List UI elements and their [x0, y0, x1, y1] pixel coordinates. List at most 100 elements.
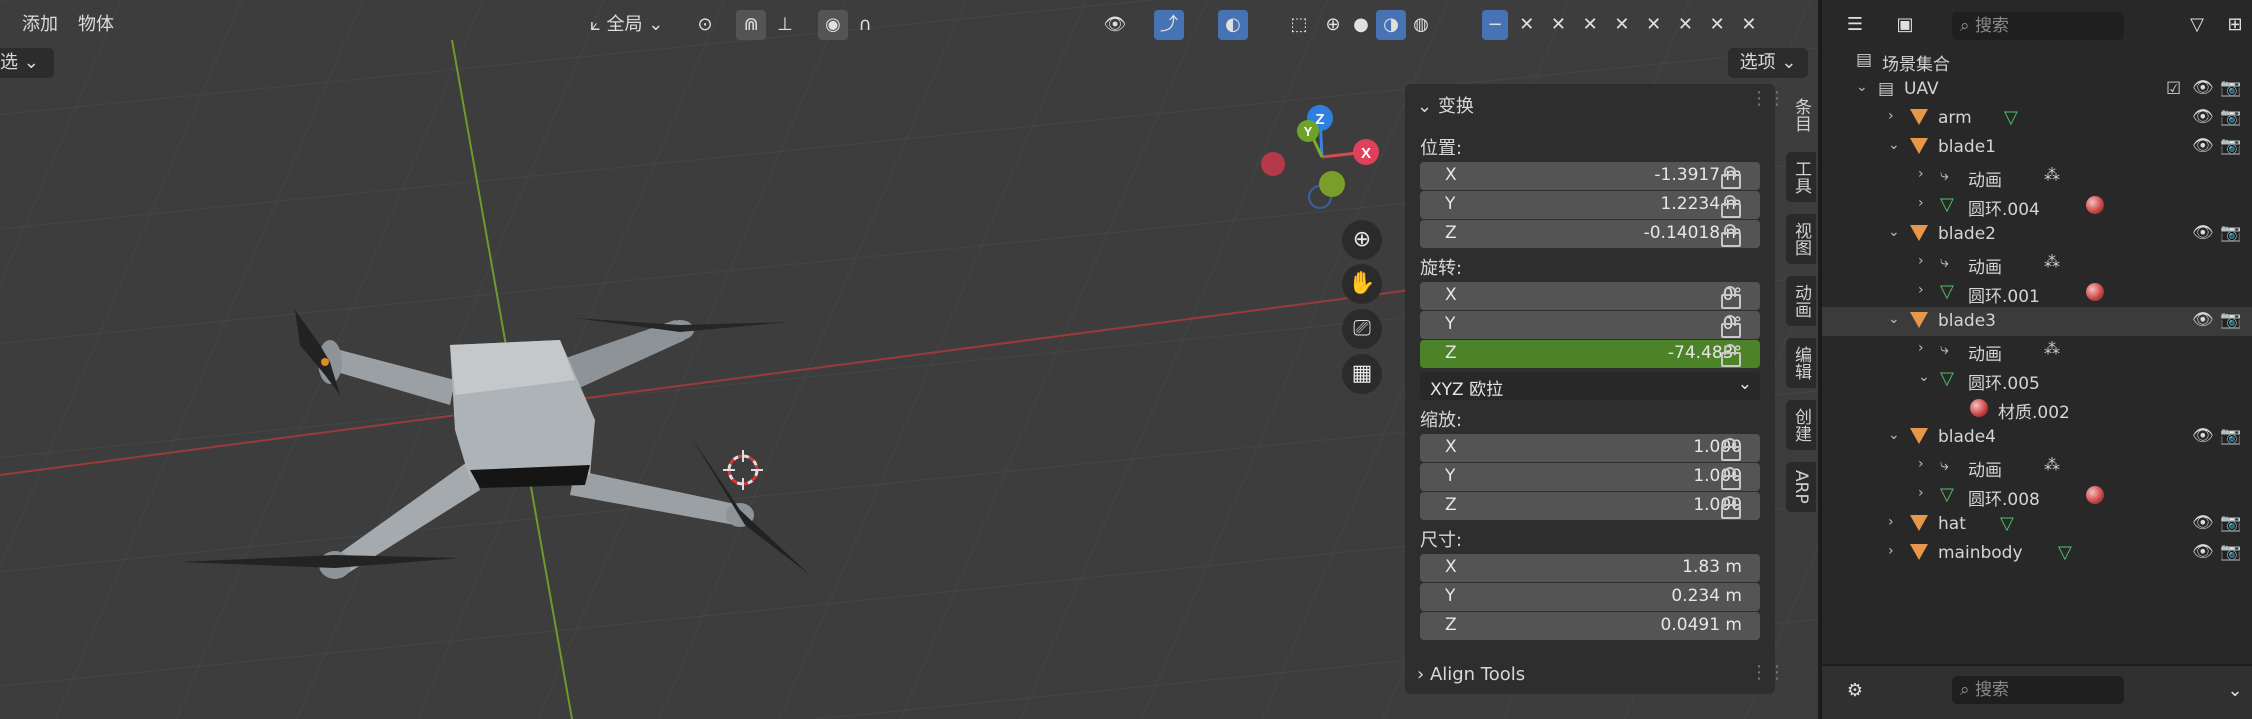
- 3d-viewport[interactable]: X Z Y ⊕ ✋ ⎚ ▦ 添加 物体 ⟀ 全局 ⌄ ⊙ ⋒ ⊥ ◉ ∩ 👁 ⤴…: [0, 0, 1818, 719]
- tree-row-blade3-animation[interactable]: › ⤷ 动画 ⁂: [1822, 336, 2252, 365]
- tab-tool[interactable]: 工具: [1786, 152, 1816, 202]
- menu-object[interactable]: 物体: [78, 8, 114, 42]
- lock-icon[interactable]: [1717, 438, 1743, 461]
- camera-view-icon[interactable]: ⎚: [1342, 309, 1382, 349]
- tree-row-arm[interactable]: › arm ▽ 👁 📷: [1822, 104, 2252, 133]
- tree-row-blade3-material[interactable]: 材质.002: [1822, 394, 2252, 423]
- properties-editor-type-dropdown[interactable]: ⚙: [1840, 676, 1870, 706]
- lock-icon[interactable]: [1717, 195, 1743, 218]
- rotation-x-field[interactable]: X 0°: [1420, 282, 1760, 310]
- chevron-down-icon[interactable]: ⌄: [1888, 427, 1900, 443]
- eye-icon[interactable]: 👁: [2192, 426, 2214, 446]
- chevron-down-icon[interactable]: ⌄: [1888, 137, 1900, 153]
- eye-icon[interactable]: 👁: [2192, 223, 2214, 243]
- tree-row-blade1-mesh[interactable]: › ▽ 圆环.004: [1822, 191, 2252, 220]
- camera-icon[interactable]: 📷: [2220, 223, 2241, 243]
- tab-animation[interactable]: 动画: [1786, 276, 1816, 326]
- dimensions-y-field[interactable]: Y 0.234 m: [1420, 583, 1760, 611]
- tree-row-uav[interactable]: ⌄ ▤ UAV ☑ 👁 📷: [1822, 75, 2252, 104]
- tree-row-blade4-animation[interactable]: › ⤷ 动画 ⁂: [1822, 452, 2252, 481]
- dimensions-x-field[interactable]: X 1.83 m: [1420, 554, 1760, 582]
- scale-x-field[interactable]: X 1.000: [1420, 434, 1760, 462]
- visibility-dropdown[interactable]: 👁: [1100, 8, 1130, 42]
- pan-hand-icon[interactable]: ✋: [1342, 264, 1382, 304]
- dimensions-z-field[interactable]: Z 0.0491 m: [1420, 612, 1760, 640]
- lock-icon[interactable]: [1717, 467, 1743, 490]
- tree-row-blade1[interactable]: ⌄ blade1 👁 📷: [1822, 133, 2252, 162]
- chevron-right-icon[interactable]: ›: [1918, 253, 1924, 269]
- menu-add[interactable]: 添加: [22, 8, 58, 42]
- checkbox-icon[interactable]: ☑: [2166, 79, 2181, 99]
- drag-handle-icon[interactable]: ⋮⋮: [1750, 88, 1786, 109]
- chevron-right-icon[interactable]: ›: [1918, 166, 1924, 182]
- display-mode-dropdown[interactable]: ▣: [1890, 10, 1920, 40]
- chevron-down-icon[interactable]: ⌄: [1918, 369, 1930, 385]
- camera-icon[interactable]: 📷: [2220, 513, 2241, 533]
- lock-icon[interactable]: [1717, 344, 1743, 367]
- chevron-right-icon[interactable]: ›: [1918, 485, 1924, 501]
- overlays-toggle[interactable]: ◐: [1218, 8, 1248, 42]
- tree-row-blade3[interactable]: ⌄ blade3 👁 📷: [1822, 307, 2252, 336]
- new-collection-button[interactable]: ⊞: [2220, 10, 2250, 40]
- proportional-edit-toggle[interactable]: ◉: [818, 8, 848, 42]
- chevron-down-icon[interactable]: ⌄: [1888, 224, 1900, 240]
- outliner-search-input[interactable]: ⌕ 搜索: [1952, 12, 2124, 40]
- chevron-right-icon[interactable]: ›: [1918, 456, 1924, 472]
- drag-handle-icon[interactable]: ⋮⋮: [1750, 662, 1786, 683]
- gizmo-toggle[interactable]: ⤴: [1154, 8, 1184, 42]
- location-y-field[interactable]: Y 1.2234 m: [1420, 191, 1760, 219]
- tree-row-hat[interactable]: › hat ▽ 👁 📷: [1822, 510, 2252, 539]
- chevron-right-icon[interactable]: ›: [1888, 514, 1894, 530]
- snap-target-dropdown[interactable]: ⊥: [770, 8, 800, 42]
- shading-solid[interactable]: ●: [1346, 8, 1376, 42]
- tree-row-blade2[interactable]: ⌄ blade2 👁 📷: [1822, 220, 2252, 249]
- eye-icon[interactable]: 👁: [2192, 136, 2214, 156]
- location-z-field[interactable]: Z -0.14018 m: [1420, 220, 1760, 248]
- scale-z-field[interactable]: Z 1.000: [1420, 492, 1760, 520]
- section-transform-header[interactable]: ⌄ 变换: [1417, 92, 1474, 118]
- editor-type-dropdown[interactable]: ☰: [1840, 10, 1870, 40]
- chevron-down-icon[interactable]: ⌄: [1856, 79, 1868, 95]
- select-mode-dropdown[interactable]: 选 ⌄: [0, 48, 54, 78]
- eye-icon[interactable]: 👁: [2192, 310, 2214, 330]
- lock-icon[interactable]: [1717, 496, 1743, 519]
- camera-icon[interactable]: 📷: [2220, 78, 2241, 98]
- camera-icon[interactable]: 📷: [2220, 310, 2241, 330]
- chevron-right-icon[interactable]: ›: [1888, 543, 1894, 559]
- eye-icon[interactable]: 👁: [2192, 513, 2214, 533]
- lock-axis-buttons[interactable]: − ✕ ✕ ✕ ✕ ✕ ✕ ✕ ✕: [1482, 8, 1762, 42]
- options-dropdown[interactable]: 选项 ⌄: [1728, 48, 1808, 78]
- eye-icon[interactable]: 👁: [2192, 542, 2214, 562]
- transform-orientation-dropdown[interactable]: ⟀ 全局 ⌄: [590, 8, 663, 42]
- tab-create[interactable]: 创建: [1786, 400, 1816, 450]
- filter-dropdown[interactable]: ▽: [2182, 10, 2212, 40]
- zoom-icon[interactable]: ⊕: [1342, 220, 1382, 260]
- shading-material[interactable]: ◑: [1376, 8, 1406, 42]
- chevron-right-icon[interactable]: ›: [1918, 195, 1924, 211]
- falloff-dropdown[interactable]: ∩: [850, 8, 880, 42]
- snap-toggle[interactable]: ⋒: [736, 8, 766, 42]
- chevron-right-icon[interactable]: ›: [1888, 108, 1894, 124]
- eye-icon[interactable]: 👁: [2192, 107, 2214, 127]
- tab-edit[interactable]: 编辑: [1786, 338, 1816, 388]
- chevron-right-icon[interactable]: ›: [1918, 340, 1924, 356]
- tab-item[interactable]: 条目: [1786, 90, 1816, 140]
- chevron-down-icon[interactable]: ⌄: [1888, 311, 1900, 327]
- camera-icon[interactable]: 📷: [2220, 136, 2241, 156]
- lock-icon[interactable]: [1717, 166, 1743, 189]
- chevron-right-icon[interactable]: ›: [1918, 282, 1924, 298]
- shading-wireframe[interactable]: ⊕: [1318, 8, 1348, 42]
- xray-toggle[interactable]: ⬚: [1284, 8, 1314, 42]
- lock-icon[interactable]: [1717, 286, 1743, 309]
- tree-row-blade4[interactable]: ⌄ blade4 👁 📷: [1822, 423, 2252, 452]
- properties-options-dropdown[interactable]: ⌄: [2220, 676, 2250, 706]
- tree-row-scene-collection[interactable]: ▤ 场景集合: [1822, 46, 2252, 75]
- tree-row-blade1-animation[interactable]: › ⤷ 动画 ⁂: [1822, 162, 2252, 191]
- tree-row-mainbody[interactable]: › mainbody ▽ 👁 📷: [1822, 539, 2252, 568]
- properties-search-input[interactable]: ⌕ 搜索: [1952, 676, 2124, 704]
- camera-icon[interactable]: 📷: [2220, 107, 2241, 127]
- eye-icon[interactable]: 👁: [2192, 78, 2214, 98]
- tab-view[interactable]: 视图: [1786, 214, 1816, 264]
- lock-icon[interactable]: [1717, 224, 1743, 247]
- camera-icon[interactable]: 📷: [2220, 542, 2241, 562]
